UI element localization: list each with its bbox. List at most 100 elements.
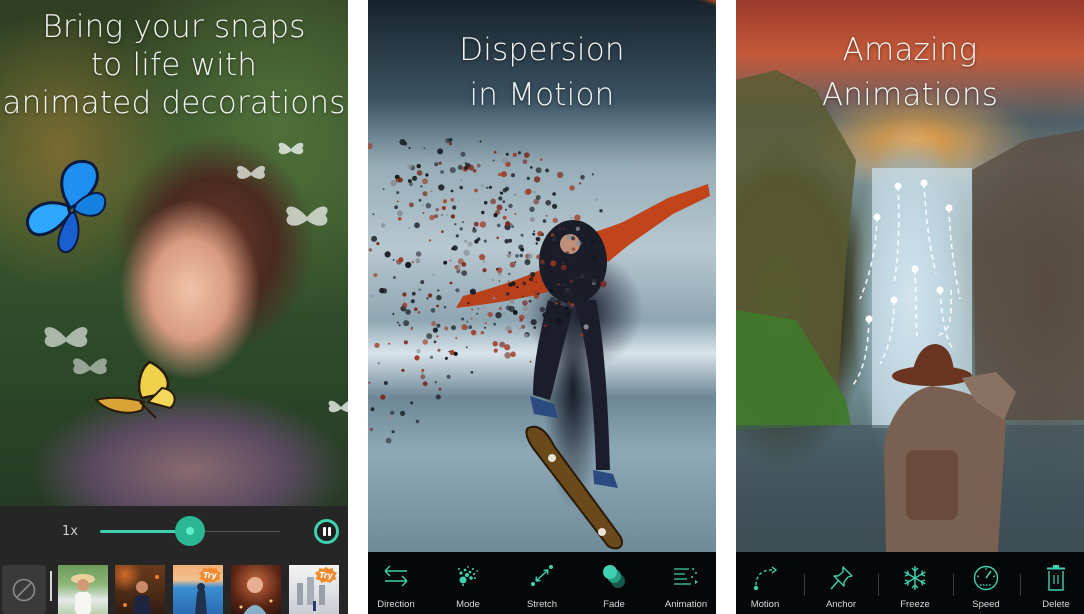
direction-arrows-icon (384, 565, 408, 587)
dispersion-particle (420, 374, 426, 380)
tool-animation[interactable]: Animation (656, 552, 716, 614)
tool-anchor[interactable]: Anchor (812, 552, 870, 614)
dispersion-particle (435, 394, 441, 400)
dispersion-particle (392, 259, 395, 261)
tool-label: Fade (603, 599, 625, 610)
progress-slider-thumb[interactable] (175, 516, 205, 546)
dispersion-particle (451, 325, 456, 331)
dispersion-particle (502, 215, 507, 220)
dispersion-mode-icon (458, 566, 478, 586)
dispersion-particle (483, 200, 488, 205)
dispersion-particle (425, 173, 429, 177)
dispersion-particle (426, 297, 429, 300)
dispersion-particle (385, 437, 392, 444)
dispersion-particle (504, 239, 509, 244)
dispersion-particle (443, 260, 448, 265)
effect-thumbnail[interactable] (231, 565, 281, 614)
dispersion-particle (505, 208, 507, 211)
dispersion-particle (545, 215, 548, 217)
dispersion-particle (529, 277, 534, 282)
animation-lines-icon (674, 568, 698, 585)
dispersion-particle (574, 214, 581, 221)
playback-speed-label[interactable]: 1x (62, 524, 78, 539)
dispersion-particle (477, 307, 480, 310)
dispersion-particle (522, 281, 527, 286)
dispersion-particle (492, 341, 498, 347)
dispersion-particle (472, 228, 477, 233)
dispersion-particle (459, 227, 463, 231)
dispersion-particle (455, 288, 460, 293)
dispersion-particle (371, 235, 378, 242)
dispersion-particle (580, 333, 584, 337)
dispersion-particle (433, 340, 437, 344)
dispersion-particle (468, 325, 473, 329)
dispersion-particle (470, 317, 473, 320)
dispersion-particle (505, 325, 512, 332)
dispersion-particle (425, 202, 432, 209)
dispersion-particle (390, 180, 397, 187)
headline-line: Bring your snaps (42, 9, 306, 45)
no-effect-button[interactable] (2, 565, 46, 614)
effect-thumbnail[interactable] (58, 565, 108, 614)
dispersion-particle (514, 261, 517, 263)
dispersion-particle (398, 217, 402, 221)
tool-delete[interactable]: Delete (1028, 552, 1084, 614)
dispersion-particle (401, 368, 405, 372)
effect-thumbnail[interactable] (115, 565, 165, 614)
tool-direction[interactable]: Direction (368, 552, 424, 614)
tool-motion[interactable]: Motion (736, 552, 794, 614)
tool-fade[interactable]: Fade (586, 552, 642, 614)
pause-button[interactable] (314, 519, 339, 544)
dispersion-particle (507, 280, 510, 283)
dispersion-particle (381, 288, 388, 294)
dispersion-particle (464, 162, 467, 165)
dispersion-particle (571, 236, 576, 241)
tool-mode[interactable]: Mode (440, 552, 496, 614)
dispersion-particle (524, 333, 529, 338)
dispersion-particle (416, 163, 421, 169)
dispersion-particle (514, 213, 517, 215)
effect-thumbnail[interactable]: Try (173, 565, 223, 614)
dispersion-particle (520, 233, 524, 237)
dispersion-particle (595, 198, 598, 201)
tool-label: Delete (1042, 599, 1070, 610)
dispersion-particle (430, 308, 436, 313)
dispersion-particle (443, 305, 447, 309)
tool-speed[interactable]: Speed (957, 552, 1015, 614)
dispersion-particle (410, 299, 415, 304)
dispersion-particle (483, 260, 486, 263)
dispersion-particle (420, 185, 423, 188)
dispersion-particle (527, 253, 533, 259)
dispersion-particle (415, 419, 420, 424)
dispersion-particle (414, 222, 420, 229)
dispersion-particle (575, 314, 578, 317)
dispersion-particle (533, 230, 535, 233)
dispersion-particle (558, 227, 562, 231)
progress-slider[interactable] (100, 516, 280, 546)
dispersion-particle (410, 327, 413, 331)
tool-stretch[interactable]: Stretch (514, 552, 570, 614)
playback-toolbar: 1x Try Try (0, 506, 348, 614)
dispersion-particle (450, 214, 455, 219)
dispersion-particle (529, 360, 532, 363)
tool-freeze[interactable]: Freeze (886, 552, 944, 614)
white-butterfly-decoration (236, 165, 266, 179)
dispersion-particle (528, 299, 532, 303)
dispersion-particle (468, 164, 474, 171)
dispersion-particle (563, 228, 567, 232)
tool-label: Direction (377, 599, 415, 610)
dispersion-particle (432, 327, 438, 333)
dispersion-particle (520, 247, 525, 252)
dispersion-particle (542, 312, 549, 318)
dispersion-particle (480, 331, 485, 335)
dispersion-particle (519, 253, 523, 258)
dispersion-particle (466, 320, 469, 323)
dispersion-particle (555, 317, 562, 324)
dispersion-particle (408, 227, 411, 230)
dispersion-particle (452, 205, 457, 210)
dispersion-particle (446, 214, 449, 217)
dispersion-particle (438, 161, 442, 165)
dispersion-particle (422, 212, 425, 214)
dispersion-particle (569, 185, 575, 191)
effect-thumbnail[interactable]: Try (289, 565, 339, 614)
